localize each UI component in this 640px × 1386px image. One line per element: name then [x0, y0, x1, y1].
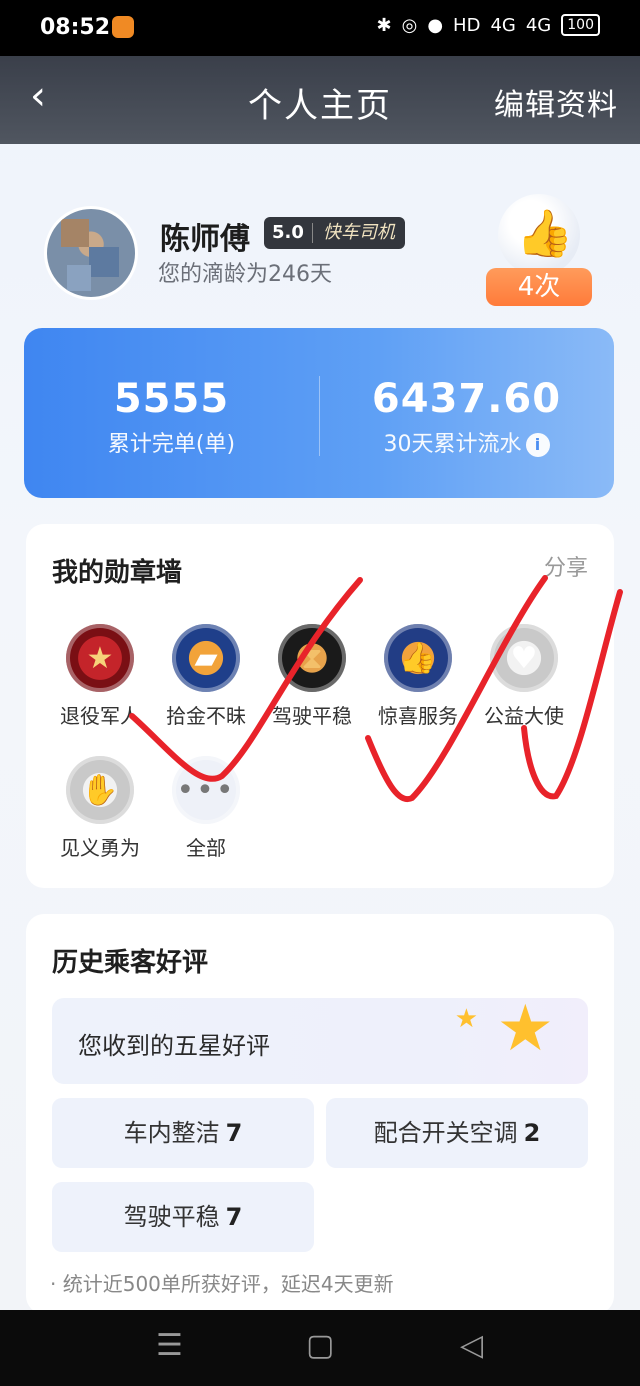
star-icon: ★	[496, 992, 554, 1066]
income-value: 6437.60	[371, 376, 562, 422]
microphone-icon: ●	[427, 14, 444, 36]
medal-label: 退役军人	[60, 704, 140, 728]
orders-value: 5555	[113, 376, 230, 422]
driver-name: 陈师傅	[160, 222, 250, 257]
orders-label: 累计完单(单)	[107, 432, 236, 457]
reviews-footnote: · 统计近500单所获好评，延迟4天更新	[50, 1272, 394, 1296]
star-medal-icon: ★	[66, 624, 134, 692]
medal-label: 公益大使	[484, 704, 564, 728]
signal-icon: 4G	[490, 14, 516, 36]
five-star-banner[interactable]: 您收到的五星好评 ★ ★	[52, 992, 588, 1084]
review-tag[interactable]: 车内整洁 7	[52, 1098, 314, 1168]
avatar[interactable]	[44, 206, 138, 300]
medal-wall-card: 我的勋章墙 分享 ★ 退役军人 ▰ 拾金不昧 ⧗ 驾驶平稳 👍 惊喜服务 ♥ 公…	[26, 524, 614, 888]
thumbs-up-icon: 👍	[516, 206, 574, 260]
review-tag-label: 车内整洁	[123, 1119, 220, 1147]
medal-item[interactable]: ▰ 拾金不昧	[156, 624, 256, 729]
signal-icon-2: 4G	[525, 14, 552, 36]
hand-medal-icon: ✋	[66, 756, 134, 824]
driver-age: 您的滴龄为246天	[158, 262, 332, 287]
stats-card: 5555 累计完单(单) 6437.60 30天累计流水 i	[24, 328, 614, 498]
battery-icon: 100	[561, 14, 600, 36]
top-nav-bar: ‹ 个人主页 编辑资料	[0, 56, 640, 144]
reviews-title: 历史乘客好评	[52, 948, 209, 978]
review-tag-count: 2	[523, 1119, 541, 1147]
system-nav-bar: ☰ ▢ ◁	[0, 1310, 640, 1386]
bluetooth-icon: ✱	[376, 14, 392, 36]
medal-label: 惊喜服务	[378, 704, 458, 728]
review-tag[interactable]: 驾驶平稳 7	[52, 1182, 314, 1252]
menu-icon[interactable]: ☰	[156, 1328, 183, 1363]
likes-count: 4次	[486, 268, 592, 306]
medal-label: 见义勇为	[60, 836, 140, 860]
medal-label: 驾驶平稳	[272, 704, 352, 728]
status-time: 08:52	[40, 15, 111, 40]
medal-label: 全部	[186, 836, 226, 860]
back-triangle-icon[interactable]: ◁	[460, 1328, 483, 1363]
more-icon: •••	[172, 756, 240, 824]
review-tag-label: 配合开关空调	[373, 1119, 518, 1147]
avatar-pixel	[67, 265, 91, 291]
orders-stat[interactable]: 5555 累计完单(单)	[24, 376, 319, 458]
review-tag-count: 7	[225, 1203, 243, 1231]
share-button[interactable]: 分享	[544, 550, 588, 582]
edit-profile-button[interactable]: 编辑资料	[494, 80, 618, 124]
status-bar: 08:52 ✱ ◎ ● HD 4G 4G 100	[0, 0, 640, 56]
medal-item[interactable]: ⧗ 驾驶平稳	[262, 624, 362, 729]
hd-icon: HD	[453, 14, 481, 36]
heart-medal-icon: ♥	[490, 624, 558, 692]
avatar-pixel	[61, 219, 89, 247]
review-tag-count: 7	[225, 1119, 243, 1147]
avatar-pixel	[89, 247, 119, 277]
medal-item[interactable]: ★ 退役军人	[50, 624, 150, 729]
medal-item[interactable]: 👍 惊喜服务	[368, 624, 468, 729]
review-tag-label: 驾驶平稳	[123, 1203, 220, 1231]
income-label-row: 30天累计流水 i	[319, 426, 614, 458]
five-star-label: 您收到的五星好评	[78, 1032, 270, 1060]
all-medals-button[interactable]: ••• 全部	[156, 756, 256, 861]
home-icon[interactable]: ▢	[306, 1328, 334, 1363]
profile-header: 陈师傅 5.0 快车司机 您的滴龄为246天 👍 4次	[0, 144, 640, 324]
income-stat[interactable]: 6437.60 30天累计流水 i	[319, 376, 614, 458]
card-medal-icon: ▰	[172, 624, 240, 692]
app-notification-icon	[112, 16, 134, 38]
medal-label: 拾金不昧	[166, 704, 246, 728]
reviews-card: 历史乘客好评 您收到的五星好评 ★ ★ 车内整洁 7 配合开关空调 2 驾驶平稳 7 …	[26, 914, 614, 1314]
status-icons: ✱ ◎ ● HD 4G 4G 100	[377, 14, 600, 36]
location-icon: ◎	[401, 14, 418, 36]
likes-badge[interactable]: 👍 4次	[486, 194, 594, 310]
review-tag[interactable]: 配合开关空调 2	[326, 1098, 588, 1168]
rating-badge: 5.0 快车司机	[264, 217, 405, 249]
medal-item[interactable]: ✋ 见义勇为	[50, 756, 150, 861]
medal-wall-title: 我的勋章墙	[52, 558, 183, 588]
info-icon[interactable]: i	[525, 433, 550, 457]
hourglass-medal-icon: ⧗	[278, 624, 346, 692]
rating-score: 5.0	[272, 222, 304, 243]
medal-item[interactable]: ♥ 公益大使	[474, 624, 574, 729]
small-star-icon: ★	[454, 1004, 478, 1034]
thumbs-up-medal-icon: 👍	[384, 624, 452, 692]
driver-type: 快车司机	[322, 222, 395, 243]
income-label: 30天累计流水	[383, 432, 522, 457]
